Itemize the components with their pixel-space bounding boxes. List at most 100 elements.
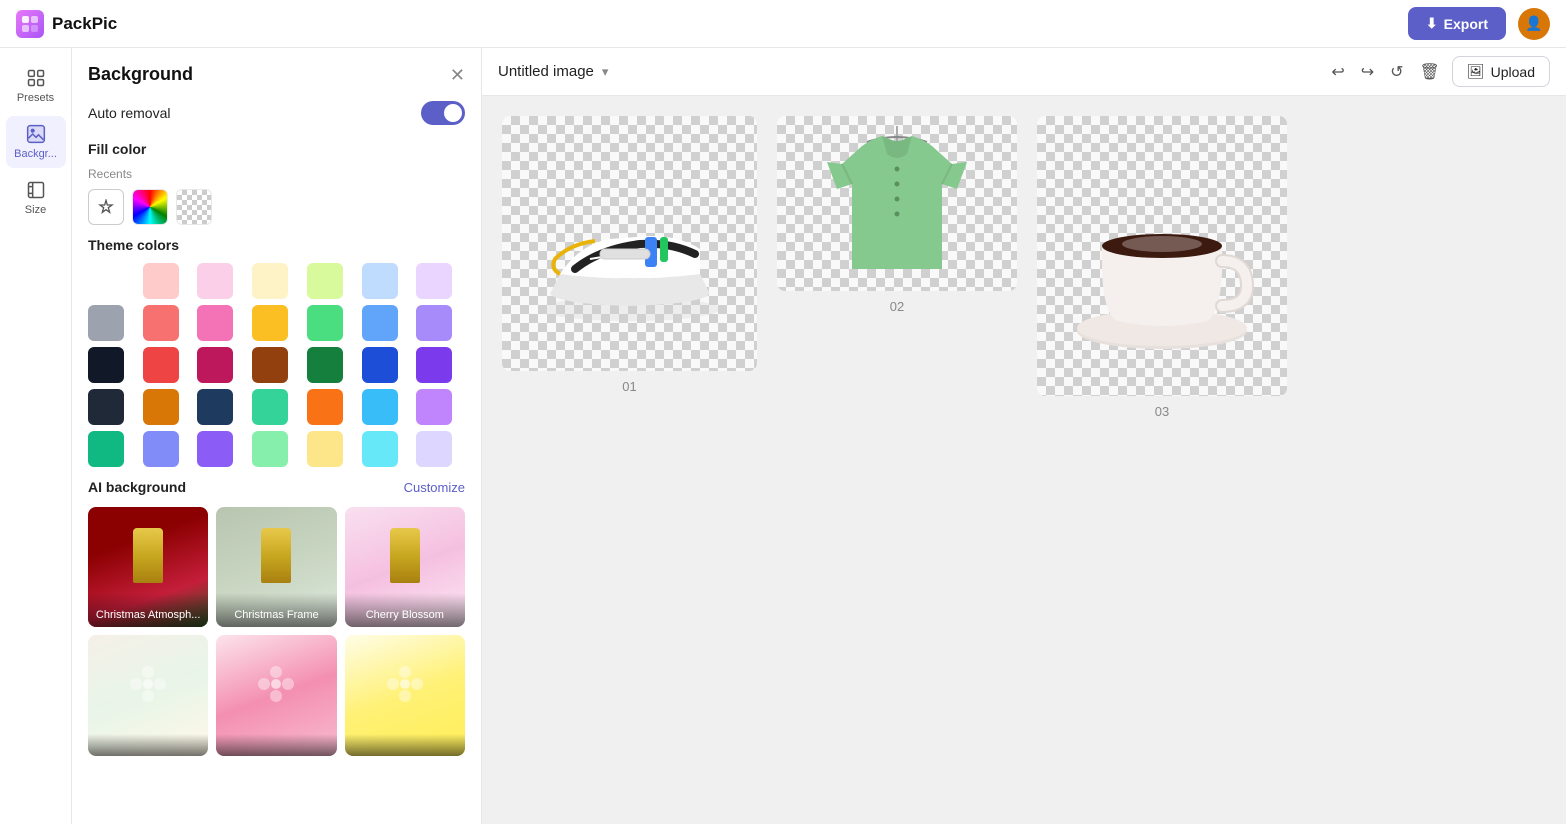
ai-card-label-flowers3 xyxy=(345,734,465,756)
background-label: Backgr... xyxy=(14,148,57,160)
ai-card-label-christmas-atm: Christmas Atmosph... xyxy=(88,593,208,627)
theme-color-swatch[interactable] xyxy=(416,263,452,299)
theme-color-swatch[interactable] xyxy=(88,431,124,467)
theme-color-swatch[interactable] xyxy=(362,347,398,383)
redo-button[interactable]: ↪ xyxy=(1357,58,1378,86)
theme-color-swatch[interactable] xyxy=(252,305,288,341)
theme-color-swatch[interactable] xyxy=(88,347,124,383)
gradient-swatch[interactable] xyxy=(132,189,168,225)
theme-color-swatch[interactable] xyxy=(252,389,288,425)
theme-color-swatch[interactable] xyxy=(307,305,343,341)
theme-color-swatch[interactable] xyxy=(143,389,179,425)
theme-color-swatch[interactable] xyxy=(416,305,452,341)
delete-button[interactable]: 🗑 xyxy=(1416,58,1444,86)
theme-color-swatch[interactable] xyxy=(416,347,452,383)
color-picker-button[interactable] xyxy=(88,189,124,225)
export-icon: ⬇ xyxy=(1426,15,1438,32)
theme-color-swatch[interactable] xyxy=(307,389,343,425)
avatar[interactable]: 👤 xyxy=(1518,8,1550,40)
theme-color-swatch[interactable] xyxy=(197,431,233,467)
theme-color-swatch[interactable] xyxy=(362,431,398,467)
recents-color-row xyxy=(88,189,465,225)
theme-color-swatch[interactable] xyxy=(197,389,233,425)
ai-card-label-flowers1 xyxy=(88,734,208,756)
tile-label-02: 02 xyxy=(890,299,904,314)
image-tile-01[interactable]: 01 xyxy=(502,116,757,394)
export-label: Export xyxy=(1444,16,1488,32)
image-box-02 xyxy=(777,116,1017,291)
close-panel-button[interactable]: ✕ xyxy=(450,66,465,84)
ai-card-flowers1[interactable] xyxy=(88,635,208,755)
theme-color-swatch[interactable] xyxy=(416,389,452,425)
ai-card-cherry-blossom[interactable]: Cherry Blossom xyxy=(345,507,465,627)
icon-sidebar: Presets Backgr... Size xyxy=(0,48,72,824)
tile-label-01: 01 xyxy=(622,379,636,394)
recents-label: Recents xyxy=(88,167,465,181)
upload-icon: 🖼 xyxy=(1467,63,1485,80)
ai-background-title: AI background xyxy=(88,479,186,495)
ai-background-header: AI background Customize xyxy=(88,479,465,495)
fill-color-title: Fill color xyxy=(88,141,465,157)
theme-color-swatch[interactable] xyxy=(252,263,288,299)
ai-card-label-flowers2 xyxy=(216,734,336,756)
theme-color-swatch[interactable] xyxy=(88,305,124,341)
size-label: Size xyxy=(25,204,46,216)
logo-icon xyxy=(16,10,44,38)
canvas-title-dropdown[interactable]: ▾ xyxy=(602,64,609,80)
upload-button[interactable]: 🖼 Upload xyxy=(1452,56,1550,87)
theme-color-swatch[interactable] xyxy=(362,389,398,425)
customize-link[interactable]: Customize xyxy=(404,480,465,495)
theme-color-swatch[interactable] xyxy=(197,263,233,299)
auto-removal-row: Auto removal xyxy=(88,101,465,125)
tile-label-03: 03 xyxy=(1155,404,1169,419)
ai-card-flowers2[interactable] xyxy=(216,635,336,755)
refresh-button[interactable]: ↺ xyxy=(1386,58,1407,86)
canvas-area: Untitled image ▾ ↩ ↪ ↺ 🗑 🖼 Upload xyxy=(482,48,1566,824)
theme-color-swatch[interactable] xyxy=(143,263,179,299)
theme-color-swatch[interactable] xyxy=(307,263,343,299)
sidebar-item-background[interactable]: Backgr... xyxy=(6,116,66,168)
export-button[interactable]: ⬇ Export xyxy=(1408,7,1506,40)
transparent-swatch[interactable] xyxy=(176,189,212,225)
image-tile-03[interactable]: 03 xyxy=(1037,116,1287,419)
presets-icon xyxy=(26,68,46,88)
ai-card-label-christmas-frame: Christmas Frame xyxy=(216,593,336,627)
theme-color-swatch[interactable] xyxy=(143,305,179,341)
ai-background-grid: Christmas Atmosph... Christmas Frame Che… xyxy=(88,507,465,756)
theme-color-swatch[interactable] xyxy=(362,305,398,341)
theme-color-swatch[interactable] xyxy=(88,389,124,425)
ai-card-flowers3[interactable] xyxy=(345,635,465,755)
theme-color-swatch[interactable] xyxy=(252,431,288,467)
ai-card-christmas-atm[interactable]: Christmas Atmosph... xyxy=(88,507,208,627)
undo-button[interactable]: ↩ xyxy=(1327,58,1348,86)
sidebar-item-presets[interactable]: Presets xyxy=(6,60,66,112)
canvas-toolbar: Untitled image ▾ ↩ ↪ ↺ 🗑 🖼 Upload xyxy=(482,48,1566,96)
ai-card-label-cherry-blossom: Cherry Blossom xyxy=(345,593,465,627)
auto-removal-toggle[interactable] xyxy=(421,101,465,125)
theme-color-swatch[interactable] xyxy=(252,347,288,383)
toolbar-icons: ↩ ↪ ↺ 🗑 🖼 Upload xyxy=(1327,56,1550,87)
theme-color-swatch[interactable] xyxy=(143,347,179,383)
theme-color-swatch[interactable] xyxy=(197,347,233,383)
auto-removal-label: Auto removal xyxy=(88,105,170,121)
panel-title: Background xyxy=(88,64,193,85)
topbar-right: ⬇ Export 👤 xyxy=(1408,7,1550,40)
theme-colors-grid xyxy=(88,263,465,467)
theme-color-swatch[interactable] xyxy=(307,347,343,383)
upload-label: Upload xyxy=(1491,64,1535,80)
theme-color-swatch[interactable] xyxy=(307,431,343,467)
app-name: PackPic xyxy=(52,14,117,34)
theme-color-swatch[interactable] xyxy=(143,431,179,467)
main-layout: Presets Backgr... Size Background ✕ A xyxy=(0,48,1566,824)
theme-color-swatch[interactable] xyxy=(197,305,233,341)
theme-color-swatch[interactable] xyxy=(88,263,124,299)
ai-card-christmas-frame[interactable]: Christmas Frame xyxy=(216,507,336,627)
sidebar-item-size[interactable]: Size xyxy=(6,172,66,224)
presets-label: Presets xyxy=(17,92,54,104)
theme-color-swatch[interactable] xyxy=(416,431,452,467)
background-panel: Background ✕ Auto removal Fill color Rec… xyxy=(72,48,482,824)
topbar: PackPic ⬇ Export 👤 xyxy=(0,0,1566,48)
logo: PackPic xyxy=(16,10,117,38)
theme-color-swatch[interactable] xyxy=(362,263,398,299)
image-tile-02[interactable]: 02 xyxy=(777,116,1017,314)
